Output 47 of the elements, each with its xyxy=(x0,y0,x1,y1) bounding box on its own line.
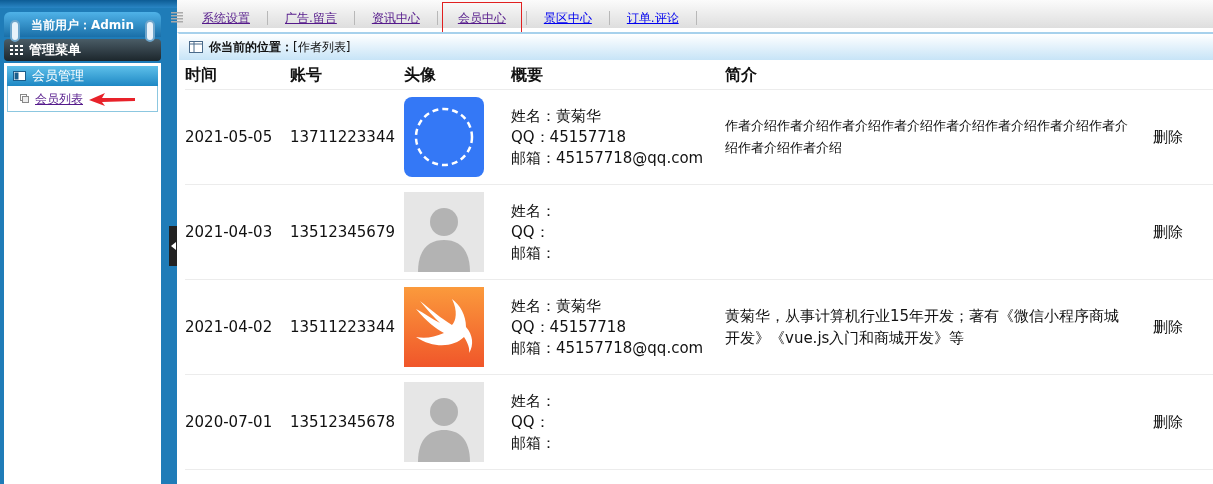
collapse-handle[interactable] xyxy=(169,226,177,266)
summary-line: 姓名： xyxy=(511,390,557,412)
summary-line: 姓名：黄菊华 xyxy=(511,105,602,127)
table-cell-text: 13711223344 xyxy=(290,126,396,148)
panel-icon xyxy=(13,71,26,81)
table-cell-text: 2020-07-01 xyxy=(185,411,274,433)
breadcrumb-path: [作者列表] xyxy=(293,39,351,56)
breadcrumb-label: 你当前的位置： xyxy=(209,39,293,56)
summary-line: 姓名： xyxy=(511,200,557,222)
summary-line: 邮箱： xyxy=(511,432,557,454)
current-user-label: 当前用户：Admin xyxy=(30,16,134,34)
delete-link[interactable]: 删除 xyxy=(1153,127,1183,146)
column-header: 时间 xyxy=(185,63,218,86)
table-cell-text: 2021-05-05 xyxy=(185,126,274,148)
delete-link[interactable]: 删除 xyxy=(1153,317,1183,336)
delete-link[interactable]: 删除 xyxy=(1153,412,1183,431)
column-header: 头像 xyxy=(404,63,437,86)
summary-line: 邮箱：45157718@qq.com xyxy=(511,337,705,359)
column-header: 简介 xyxy=(725,63,758,86)
grip-icon xyxy=(171,12,183,24)
delete-link[interactable]: 删除 xyxy=(1153,222,1183,241)
nav-link[interactable]: 广告.留言 xyxy=(272,4,350,32)
nav-link[interactable]: 景区中心 xyxy=(530,4,605,32)
table-cell-text: 2021-04-03 xyxy=(185,221,274,243)
layout-icon xyxy=(189,41,203,53)
summary-line: QQ： xyxy=(511,221,551,243)
table-cell-text: 13512345678 xyxy=(290,411,396,433)
page-icon xyxy=(20,94,29,103)
intro-text: 黄菊华，从事计算机行业15年开发；著有《微信小程序商城开发》《vue.js入门和商城开发》等 xyxy=(725,306,1121,349)
summary-line: 邮箱： xyxy=(511,242,557,264)
grid-icon xyxy=(10,45,23,55)
summary-line: QQ：45157718 xyxy=(511,126,627,148)
table-cell-text: 13511223344 xyxy=(290,316,396,338)
table-cell-text: 13512345679 xyxy=(290,221,396,243)
nav-link[interactable]: 资讯中心 xyxy=(358,4,433,32)
intro-text: 作者介绍作者介绍作者介绍作者介绍作者介绍作者介绍作者介绍作者介绍作者介绍作者介绍 xyxy=(725,117,1129,157)
column-header: 概要 xyxy=(511,63,544,86)
menu-title: 管理菜单 xyxy=(29,40,81,59)
table-cell-text: 2021-04-02 xyxy=(185,316,274,338)
summary-line: 邮箱：45157718@qq.com xyxy=(511,147,705,169)
summary-line: 姓名：黄菊华 xyxy=(511,295,602,317)
nav-link[interactable]: 系统设置 xyxy=(189,4,263,32)
column-header: 账号 xyxy=(290,63,323,86)
summary-line: QQ：45157718 xyxy=(511,316,627,338)
summary-line: QQ： xyxy=(511,411,551,433)
group-label: 会员管理 xyxy=(32,66,84,85)
nav-link[interactable]: 订单.评论 xyxy=(613,4,692,32)
